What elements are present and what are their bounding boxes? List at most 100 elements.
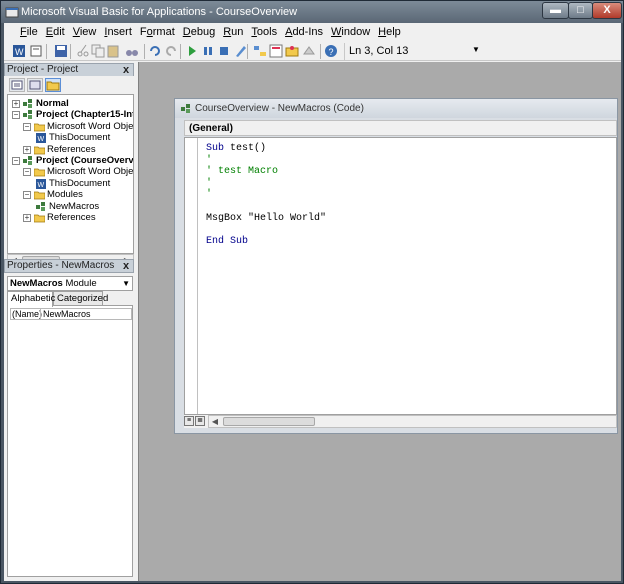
tab-categorized[interactable]: Categorized xyxy=(53,291,108,306)
folder-icon xyxy=(34,214,45,223)
close-button[interactable]: X xyxy=(592,2,622,19)
tree-node-label: Normal xyxy=(36,98,69,109)
vba-app-icon xyxy=(5,7,19,18)
toggle-folders-button[interactable] xyxy=(45,78,61,92)
code-line[interactable]: Sub test() xyxy=(206,143,266,154)
code-scrollbar[interactable]: ◀ xyxy=(208,415,617,428)
toolbox-icon xyxy=(303,46,315,55)
paste-button[interactable] xyxy=(106,44,120,58)
copy-button[interactable] xyxy=(91,44,105,58)
project-icon xyxy=(23,156,32,165)
view-code-button[interactable] xyxy=(9,78,25,92)
collapse-icon[interactable]: − xyxy=(12,111,20,120)
minimize-button[interactable]: ▬ xyxy=(542,2,569,19)
code-comment-line[interactable]: ' xyxy=(206,189,212,200)
cursor-position: Ln 3, Col 13 xyxy=(344,43,482,60)
code-window-title-bar[interactable]: CourseOverview - NewMacros (Code) xyxy=(175,99,617,118)
menu-file[interactable]: File xyxy=(16,23,42,42)
collapse-icon[interactable]: − xyxy=(23,191,31,200)
undo-button[interactable] xyxy=(148,44,162,58)
properties-window-icon xyxy=(269,44,283,58)
expand-icon[interactable]: + xyxy=(23,214,31,222)
menu-insert[interactable]: Insert xyxy=(100,23,136,42)
run-icon xyxy=(189,46,196,56)
code-text: ' xyxy=(206,189,213,201)
redo-button[interactable] xyxy=(164,44,178,58)
run-button[interactable] xyxy=(185,44,199,58)
menu-edit[interactable]: Edit xyxy=(42,23,69,42)
toolbox-button[interactable] xyxy=(302,44,316,58)
menu-tools[interactable]: Tools xyxy=(247,23,281,42)
menu-add-ins[interactable]: Add-Ins xyxy=(281,23,327,42)
tab-alphabetic[interactable]: Alphabetic xyxy=(7,291,55,307)
full-module-view-icon[interactable]: ≣ xyxy=(195,416,205,426)
word-icon: W xyxy=(13,45,25,57)
properties-window-button[interactable] xyxy=(269,44,283,58)
save-button[interactable] xyxy=(54,44,68,58)
maximize-button[interactable]: □ xyxy=(568,2,593,19)
find-icon xyxy=(126,50,138,56)
code-comment-line[interactable]: ' xyxy=(206,178,212,189)
menu-format[interactable]: Format xyxy=(136,23,179,42)
tree-node-label: Microsoft Word Objects xyxy=(47,166,134,178)
menu-debug[interactable]: Debug xyxy=(179,23,219,42)
break-button[interactable] xyxy=(201,44,215,58)
menu-run[interactable]: Run xyxy=(219,23,247,42)
folder-icon xyxy=(34,168,45,177)
svg-text:?: ? xyxy=(329,47,334,57)
project-pane-close-button[interactable]: x xyxy=(121,64,131,76)
cut-button[interactable] xyxy=(76,44,90,58)
property-key: (Name) xyxy=(12,309,43,319)
title-bar[interactable]: Microsoft Visual Basic for Applications … xyxy=(1,1,623,23)
project-pane-title: Project - Project x xyxy=(4,63,134,77)
object-combo-value: (General) xyxy=(189,123,233,134)
find-button[interactable] xyxy=(125,44,139,58)
reset-button[interactable] xyxy=(217,44,231,58)
expand-icon[interactable]: + xyxy=(23,145,31,154)
object-select[interactable]: NewMacros Module ▼ xyxy=(7,276,133,291)
code-comment-line[interactable]: ' xyxy=(206,155,212,166)
property-row-name[interactable]: (Name) NewMacros xyxy=(10,308,132,320)
code-editor[interactable]: Sub test() ' ' test Macro ' ' MsgBox "Hello W… xyxy=(184,137,617,415)
property-value[interactable]: NewMacros xyxy=(40,309,91,319)
chevron-down-icon[interactable]: ▼ xyxy=(122,279,130,288)
code-comment-line[interactable]: ' test Macro xyxy=(206,166,278,177)
scroll-thumb[interactable] xyxy=(223,417,315,426)
menu-view[interactable]: View xyxy=(69,23,101,42)
menu-help[interactable]: Help xyxy=(374,23,405,42)
collapse-icon[interactable]: − xyxy=(23,122,31,131)
insert-module-button[interactable] xyxy=(30,44,44,58)
reset-icon xyxy=(220,47,228,55)
scroll-left-icon[interactable]: ◀ xyxy=(209,416,221,427)
object-combo[interactable]: (General) xyxy=(184,120,617,136)
window-title: Microsoft Visual Basic for Applications … xyxy=(21,6,298,18)
menu-window[interactable]: Window xyxy=(327,23,374,42)
help-button[interactable]: ? xyxy=(324,44,338,58)
project-explorer-button[interactable] xyxy=(253,44,267,58)
view-object-icon xyxy=(29,80,41,90)
object-browser-button[interactable] xyxy=(285,44,299,58)
word-button[interactable]: W xyxy=(12,44,26,58)
design-mode-button[interactable] xyxy=(234,44,248,58)
tree-node-label: ThisDocument xyxy=(49,177,111,189)
procedure-view-icon[interactable]: ≡ xyxy=(184,416,194,426)
folder-icon xyxy=(46,81,60,91)
help-icon: ? xyxy=(325,45,337,57)
copy-icon xyxy=(91,44,105,58)
folder-icon xyxy=(34,146,45,154)
expand-icon[interactable]: + xyxy=(12,100,20,108)
code-line[interactable]: MsgBox "Hello World" xyxy=(206,213,326,224)
undo-icon xyxy=(150,46,160,56)
properties-pane-close-button[interactable]: x xyxy=(121,260,131,272)
view-object-button[interactable] xyxy=(27,78,43,92)
code-line[interactable]: End Sub xyxy=(206,236,248,247)
collapse-icon[interactable]: − xyxy=(12,157,20,165)
project-explorer-icon xyxy=(254,46,266,56)
code-margin xyxy=(185,138,198,414)
toolbar-options-icon[interactable]: ▼ xyxy=(472,45,480,54)
project-tree[interactable]: + Normal − Project (Chapter15-Intr − Microsof… xyxy=(7,94,134,254)
svg-text:W: W xyxy=(15,47,24,57)
code-keyword: Sub xyxy=(206,143,225,154)
collapse-icon[interactable]: − xyxy=(23,168,31,177)
project-pane-toolbar xyxy=(4,76,134,94)
